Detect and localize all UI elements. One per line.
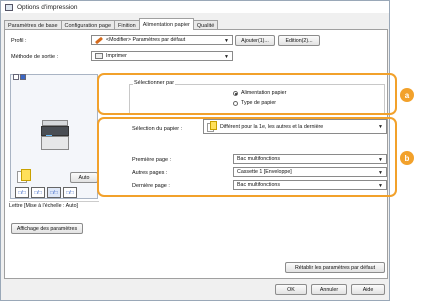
pencil-icon (94, 36, 104, 44)
layout-1-icon[interactable]: □/□ (15, 187, 29, 198)
callout-badge-b: b (400, 151, 414, 165)
profile-select[interactable]: <Modifier> Paramètres par défaut ▼ (91, 35, 233, 45)
layout-3-icon[interactable]: □/□ (47, 187, 61, 198)
tab-paper-source[interactable]: Alimentation papier (138, 18, 194, 30)
layout-icon-row: □/□ □/□ □/□ □/□ (15, 187, 79, 198)
callout-badge-a: a (400, 88, 414, 102)
title-bar: Options d'impression (1, 1, 389, 13)
auto-button[interactable]: Auto (70, 172, 98, 183)
layout-2-icon[interactable]: □/□ (31, 187, 45, 198)
printer-view-icon[interactable] (20, 74, 26, 80)
profile-value: <Modifier> Paramètres par défaut (106, 37, 186, 43)
preview-mode-icons (13, 74, 27, 80)
paper-stack-icon (17, 169, 31, 183)
callout-frame-a (97, 73, 397, 115)
paper-view-icon[interactable] (13, 74, 19, 80)
printer-illustration (41, 120, 69, 150)
ok-button[interactable]: OK (275, 284, 307, 295)
printer-icon (95, 53, 103, 59)
add-profile-button[interactable]: Ajouter(1)... (235, 35, 275, 46)
layout-4-icon[interactable]: □/□ (63, 187, 77, 198)
output-method-value: Imprimer (106, 53, 127, 59)
restore-defaults-button[interactable]: Rétablir les paramètres par défaut (285, 262, 385, 273)
window-title: Options d'impression (17, 3, 78, 11)
profile-label: Profil : (11, 38, 27, 44)
printer-app-icon (5, 3, 13, 11)
edit-profile-button[interactable]: Edition(2)... (278, 35, 320, 46)
help-button[interactable]: Aide (351, 284, 385, 295)
callout-frame-b (97, 117, 397, 197)
chevron-down-icon: ▼ (224, 38, 229, 44)
chevron-down-icon: ▼ (224, 54, 229, 60)
show-settings-button[interactable]: Affichage des paramètres (11, 223, 83, 234)
preview-status-text: Lettre [Mise à l'échelle : Auto] (9, 201, 99, 209)
output-method-label: Méthode de sortie : (11, 54, 59, 60)
cancel-button[interactable]: Annuler (311, 284, 347, 295)
output-method-select[interactable]: Imprimer ▼ (91, 51, 233, 61)
